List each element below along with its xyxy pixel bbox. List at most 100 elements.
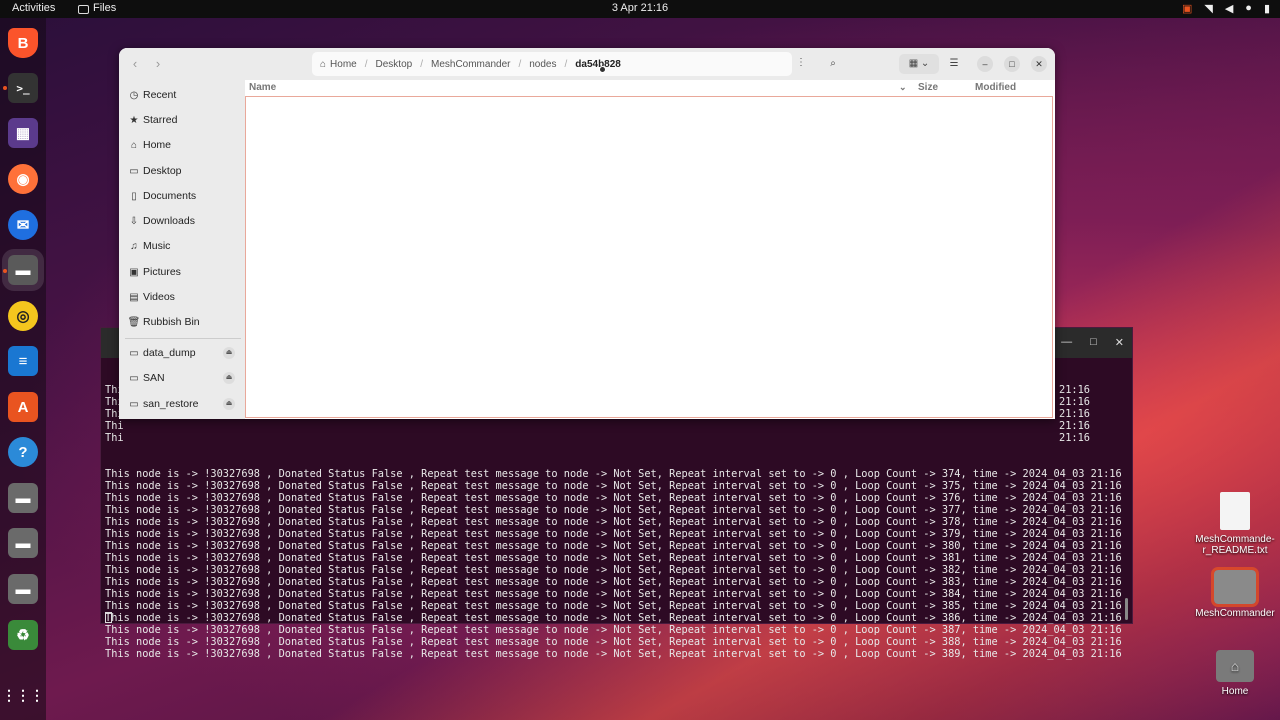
sidebar-item-label: SAN — [143, 372, 165, 384]
folder-icon — [1211, 567, 1259, 607]
column-size[interactable]: Size — [918, 82, 938, 93]
folder-icon[interactable]: ▬ — [8, 528, 38, 558]
breadcrumb[interactable]: ⌂ Home / Desktop / MeshCommander / nodes / d… — [312, 52, 806, 76]
sidebar-item-music[interactable]: ♫ Music — [119, 235, 245, 257]
dock: B >_ ▦ ◉ ✉ ▬ ◎ ≡ A ? ▬ ▬ ▬ ♻ ⋮⋮⋮ — [0, 18, 46, 720]
drive-icon: ▭ — [129, 347, 139, 359]
path-menu-icon[interactable]: ⋮ — [796, 57, 806, 68]
column-name[interactable]: Name — [249, 82, 276, 93]
show-apps-icon[interactable]: ⋮⋮⋮ — [2, 680, 44, 710]
sidebar-mount-san-restore[interactable]: ▭ san_restore ⏏ — [119, 393, 245, 415]
eject-icon[interactable]: ⏏ — [223, 372, 235, 384]
firefox-icon[interactable]: ◉ — [8, 164, 38, 194]
rhythmbox-icon[interactable]: ◎ — [8, 301, 38, 331]
column-header: Name ⌄ Size Modified — [245, 80, 1055, 96]
sidebar-item-desktop[interactable]: ▭ Desktop — [119, 160, 245, 182]
desktop-meshcommander-folder[interactable]: MeshCommander — [1195, 567, 1275, 619]
files-headerbar[interactable]: ‹ › ⌂ Home / Desktop / MeshCommander / node… — [119, 48, 1055, 80]
download-icon: ⇩ — [129, 215, 139, 227]
home-icon: ⌂ — [320, 58, 327, 70]
sidebar-mount-data-dump[interactable]: ▭ data_dump ⏏ — [119, 342, 245, 364]
terminal-line: This node is -> !30327698 , Donated Stat… — [105, 564, 1122, 576]
sidebar-item-rubbish-bin[interactable]: 🗑 Rubbish Bin — [119, 311, 245, 333]
brave-browser-icon[interactable]: B — [8, 28, 38, 58]
terminal-line-time: 21:16 — [1059, 420, 1090, 432]
sidebar-item-pictures[interactable]: ▣ Pictures — [119, 261, 245, 283]
minimize-icon[interactable]: — — [1061, 336, 1072, 349]
terminal-window-controls: — □ ✕ — [1061, 336, 1124, 349]
sidebar-divider — [125, 338, 241, 339]
search-button[interactable]: ⌕ — [823, 54, 843, 74]
writer-icon[interactable]: ≡ — [8, 346, 38, 376]
back-button[interactable]: ‹ — [125, 54, 145, 74]
terminal-line-partial: Thi — [105, 432, 124, 444]
system-tray[interactable]: ▣ ◥ ◀ ● ▮ — [1182, 2, 1270, 15]
desktop-readme-file[interactable]: MeshCommande-r_README.txt — [1195, 492, 1275, 556]
top-bar: Activities Files 3 Apr 21:16 ▣ ◥ ◀ ● ▮ — [0, 0, 1280, 18]
terminal-line: This node is -> !30327698 , Donated Stat… — [105, 504, 1122, 516]
app-center-icon[interactable]: A — [8, 392, 38, 422]
sidebar-item-videos[interactable]: ▤ Videos — [119, 286, 245, 308]
sidebar-item-label: Videos — [143, 291, 175, 303]
file-list-empty-area[interactable] — [245, 96, 1053, 418]
terminal-line-time: 21:16 — [1059, 396, 1090, 408]
close-icon[interactable]: ✕ — [1115, 336, 1124, 349]
breadcrumb-nodes[interactable]: nodes — [529, 59, 556, 70]
folder-icon[interactable]: ▬ — [8, 483, 38, 513]
close-icon[interactable]: ✕ — [1031, 56, 1047, 72]
maximize-icon[interactable]: □ — [1090, 336, 1097, 349]
sidebar-item-downloads[interactable]: ⇩ Downloads — [119, 210, 245, 232]
sidebar-item-starred[interactable]: ★ Starred — [119, 109, 245, 131]
terminal-scrollbar[interactable] — [1125, 598, 1128, 620]
sidebar-item-label: Music — [143, 240, 171, 252]
files-icon[interactable]: ▬ — [2, 249, 44, 291]
home-icon: ⌂ — [130, 139, 138, 151]
sidebar-item-recent[interactable]: ◷ Recent — [119, 84, 245, 106]
files-window[interactable]: ‹ › ⌂ Home / Desktop / MeshCommander / node… — [119, 48, 1055, 419]
video-editor-icon[interactable]: ▦ — [8, 118, 38, 148]
breadcrumb-desktop[interactable]: Desktop — [376, 59, 413, 70]
hamburger-icon: ☰ — [949, 58, 959, 69]
desktop-home-folder[interactable]: ⌂ Home — [1195, 650, 1275, 697]
desktop-icon-label: Home — [1221, 686, 1249, 697]
sidebar-item-documents[interactable]: ▯ Documents — [119, 185, 245, 207]
sidebar-mount-san[interactable]: ▭ SAN ⏏ — [119, 367, 245, 389]
terminal-line: This node is -> !30327698 , Donated Stat… — [105, 600, 1122, 612]
help-icon[interactable]: ? — [8, 437, 38, 467]
running-indicator — [3, 86, 7, 90]
network-icon: ◥ — [1204, 3, 1213, 15]
sidebar-item-label: Pictures — [143, 266, 181, 278]
desktop-icon-label: MeshCommande-r_README.txt — [1195, 534, 1275, 556]
folder-icon[interactable]: ▬ — [8, 574, 38, 604]
breadcrumb-meshcommander[interactable]: MeshCommander — [431, 59, 510, 70]
sidebar-item-home[interactable]: ⌂ Home — [119, 134, 245, 156]
clock[interactable]: 3 Apr 21:16 — [0, 2, 1280, 14]
terminal-line: This node is -> !30327698 , Donated Stat… — [105, 636, 1122, 648]
terminal-line: This node is -> !30327698 , Donated Stat… — [105, 516, 1122, 528]
sort-chevron-icon[interactable]: ⌄ — [899, 82, 907, 93]
sidebar-item-label: Recent — [143, 89, 177, 101]
terminal-icon[interactable]: >_ — [8, 73, 38, 103]
desktop-icon: ▭ — [129, 165, 139, 177]
trash-icon[interactable]: ♻ — [8, 620, 38, 650]
star-icon: ★ — [129, 114, 139, 126]
thunderbird-icon[interactable]: ✉ — [8, 210, 38, 240]
terminal-line: This node is -> !30327698 , Donated Stat… — [105, 648, 1122, 660]
sidebar-item-label: Starred — [143, 114, 178, 126]
file-list-view[interactable]: Name ⌄ Size Modified — [245, 80, 1055, 419]
forward-button[interactable]: › — [148, 54, 168, 74]
battery-icon: ▮ — [1263, 3, 1270, 15]
terminal-line-time: 21:16 — [1059, 384, 1090, 396]
document-icon: ▯ — [131, 190, 137, 202]
minimize-icon[interactable]: – — [977, 56, 993, 72]
maximize-icon[interactable]: □ — [1004, 56, 1020, 72]
sidebar-item-label: Rubbish Bin — [143, 316, 200, 328]
column-modified[interactable]: Modified — [975, 82, 1016, 93]
sidebar: ◷ Recent ★ Starred ⌂ Home ▭ Desktop ▯ Documen… — [119, 80, 245, 419]
view-toggle-button[interactable]: ▦ ⌄ — [899, 54, 939, 74]
eject-icon[interactable]: ⏏ — [223, 347, 235, 359]
main-menu-button[interactable]: ☰ — [944, 54, 964, 74]
breadcrumb-home[interactable]: Home — [330, 59, 357, 70]
sidebar-item-label: Documents — [143, 190, 197, 202]
eject-icon[interactable]: ⏏ — [223, 398, 235, 410]
